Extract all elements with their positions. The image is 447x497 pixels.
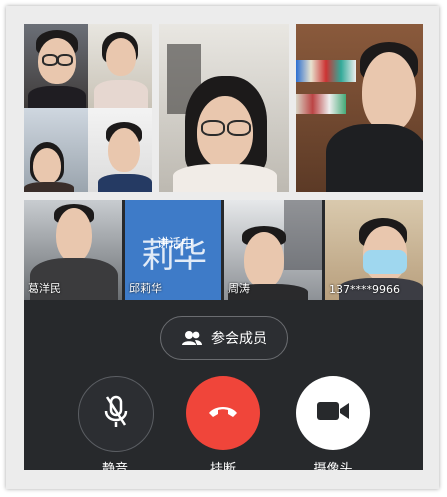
participant-name: 葛洋民 <box>28 282 61 295</box>
participant-tile[interactable]: 周涛 <box>224 200 322 300</box>
participant-tile[interactable]: 137****9966 <box>325 200 423 300</box>
people-icon <box>181 330 203 346</box>
speaking-indicator: 讲话中 <box>157 236 194 250</box>
participant-tile[interactable]: 莉华 讲话中 邱莉华 <box>125 200 221 300</box>
participant-name: 周涛 <box>228 282 250 295</box>
camera-button[interactable] <box>296 376 370 450</box>
phone-hangup-icon <box>207 403 239 423</box>
members-button[interactable]: 参会成员 <box>160 316 288 360</box>
camera-label: 摄像头 <box>313 462 353 470</box>
meeting-screen: 葛洋民 莉华 讲话中 邱莉华 周涛 137****9966 参会成员 静音 挂断… <box>24 200 423 470</box>
participant-photo-woman <box>159 24 289 192</box>
video-camera-icon <box>316 400 350 426</box>
video-grid-photo <box>24 24 152 192</box>
participant-name: 137****9966 <box>329 283 400 296</box>
mute-label: 静音 <box>101 462 128 470</box>
participant-name: 邱莉华 <box>129 282 162 295</box>
participant-photo-man <box>296 24 423 192</box>
participant-tile[interactable]: 葛洋民 <box>24 200 122 300</box>
hangup-label: 挂断 <box>209 462 236 470</box>
members-button-label: 参会成员 <box>211 331 267 347</box>
mute-button[interactable] <box>78 376 154 452</box>
hangup-button[interactable] <box>186 376 260 450</box>
mic-off-icon <box>103 395 129 433</box>
